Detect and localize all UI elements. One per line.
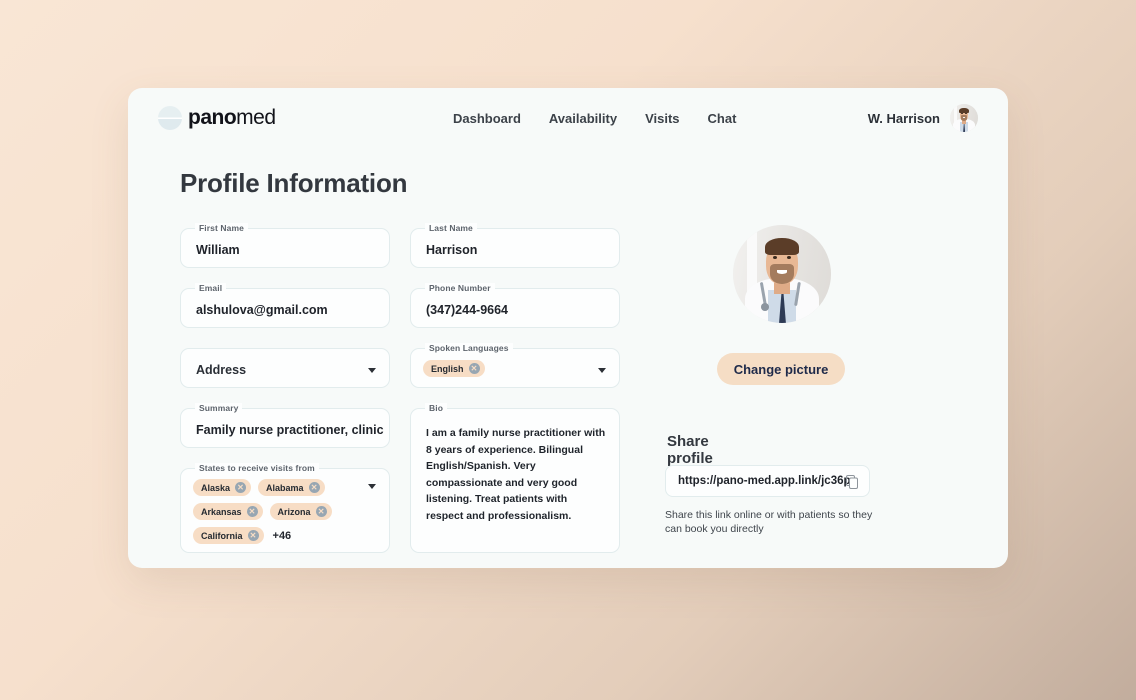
page-title: Profile Information [180,168,408,198]
logo-med-text: med [236,106,276,129]
phone-label: Phone Number [425,283,495,293]
chevron-down-icon[interactable] [368,484,376,489]
chip-remove-icon[interactable]: ✕ [246,506,258,517]
chip-label: English [431,363,464,374]
chip-remove-icon[interactable]: ✕ [308,482,320,493]
summary-value: Family nurse practitioner, clinician, u [196,423,384,437]
spoken-languages-chips: English ✕ [423,360,485,377]
first-name-field[interactable]: First Name William [180,223,390,268]
chip-label: Alabama [266,482,304,493]
states-multiselect[interactable]: States to receive visits from Alaska ✕ A… [180,463,390,553]
nav-item-availability[interactable]: Availability [549,111,617,126]
app-header: panomed Dashboard Availability Visits Ch… [128,88,1008,152]
profile-photo[interactable] [733,225,831,323]
chip-arizona[interactable]: Arizona ✕ [269,503,332,520]
user-name-label: W. Harrison [867,110,940,126]
share-url-value: https://pano-med.app.link/jc36p [678,475,851,487]
logo-wordmark: panomed [188,106,276,130]
chip-remove-icon[interactable]: ✕ [468,363,480,374]
chevron-down-icon[interactable] [598,368,606,373]
bio-label: Bio [425,403,447,413]
profile-card: panomed Dashboard Availability Visits Ch… [128,88,1008,568]
nav-item-visits[interactable]: Visits [645,111,679,126]
first-name-label: First Name [195,223,248,233]
panomed-logo[interactable]: panomed [158,106,276,130]
phone-field[interactable]: Phone Number (347)244-9664 [410,283,620,328]
chip-remove-icon[interactable]: ✕ [235,482,247,493]
share-url-input[interactable]: https://pano-med.app.link/jc36p [665,465,870,497]
chip-label: Alaska [201,482,231,493]
email-label: Email [195,283,227,293]
states-label: States to receive visits from [195,463,319,473]
states-overflow-count: +46 [272,529,292,542]
chip-label: Arkansas [201,506,242,517]
chip-label: Arizona [277,506,311,517]
summary-field[interactable]: Summary Family nurse practitioner, clini… [180,403,390,448]
logo-pano-text: pano [188,106,237,129]
change-picture-button[interactable]: Change picture [717,353,845,385]
chip-california[interactable]: California ✕ [193,527,264,544]
address-placeholder: Address [196,363,247,377]
last-name-field[interactable]: Last Name Harrison [410,223,620,268]
chip-label: California [201,530,243,541]
summary-label: Summary [195,403,243,413]
chip-arkansas[interactable]: Arkansas ✕ [193,503,263,520]
chevron-down-icon[interactable] [368,368,376,373]
share-url-help-text: Share this link online or with patients … [665,509,873,535]
email-field[interactable]: Email alshulova@gmail.com [180,283,390,328]
chip-remove-icon[interactable]: ✕ [315,506,327,517]
last-name-label: Last Name [425,223,477,233]
chip-english[interactable]: English ✕ [423,360,485,377]
bio-value: I am a family nurse practitioner with 8 … [426,427,606,522]
nav-item-dashboard[interactable]: Dashboard [453,111,521,126]
spoken-languages-select[interactable]: Spoken Languages English ✕ [410,343,620,388]
states-chip-row-1: Alaska ✕ Alabama ✕ [193,479,325,496]
address-select[interactable]: Address [180,348,390,388]
bio-field[interactable]: Bio I am a family nurse practitioner wit… [410,403,620,553]
main-navigation: Dashboard Availability Visits Chat [453,111,736,126]
states-chip-row-3: California ✕ +46 [193,527,291,544]
first-name-value: William [196,243,240,257]
last-name-value: Harrison [426,243,478,257]
states-chip-row-2: Arkansas ✕ Arizona ✕ [193,503,332,520]
email-value: alshulova@gmail.com [196,303,328,317]
spoken-languages-label: Spoken Languages [425,343,513,353]
phone-value: (347)244-9664 [426,303,509,317]
copy-icon[interactable] [846,475,859,494]
chip-remove-icon[interactable]: ✕ [247,530,259,541]
chip-alaska[interactable]: Alaska ✕ [193,479,252,496]
avatar[interactable] [950,104,978,132]
logo-circle-icon [158,106,182,130]
user-menu[interactable]: W. Harrison [868,104,978,132]
nav-item-chat[interactable]: Chat [708,111,737,126]
chip-alabama[interactable]: Alabama ✕ [258,479,325,496]
